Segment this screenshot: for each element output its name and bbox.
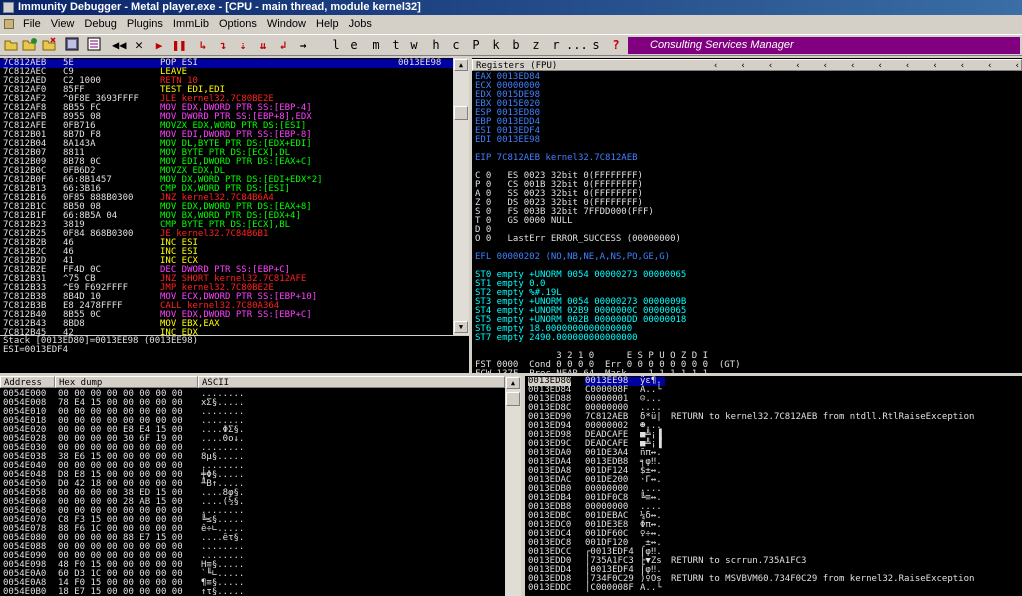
child-window-icon[interactable] (0, 15, 18, 33)
register-nav-arrows[interactable]: ‹‹‹‹‹‹‹‹‹‹‹‹ (713, 60, 1021, 70)
execute-till-return-icon[interactable]: ↲ (276, 37, 290, 54)
toolbar-help-button[interactable]: ? (610, 37, 622, 54)
dump-hex: 18 E7 15 00 00 00 00 00 (58, 587, 183, 596)
dump-scrollbar[interactable]: ▲ (505, 376, 521, 596)
toolbar-handles-button[interactable]: h (430, 37, 442, 54)
register-line: ST7 empty 2490.000000000000000 (475, 333, 638, 343)
rewind-icon[interactable]: ◀◀ (112, 37, 126, 54)
menu-window[interactable]: Window (262, 15, 311, 33)
menu-file[interactable]: File (18, 15, 46, 33)
memory-map-icon[interactable] (86, 37, 102, 54)
toolbar-patches-button[interactable]: P (470, 37, 482, 54)
register-line: EDI 0013EE98 (475, 135, 541, 145)
register-line: EIP 7C812AEB kernel32.7C812AEB (475, 153, 638, 163)
toolbar-breakpoints-button[interactable]: b (510, 37, 522, 54)
toolbar-cpu-button[interactable]: c (450, 37, 462, 54)
toolbar-runtrace-button[interactable]: ... (566, 37, 588, 54)
scrollbar-thumb[interactable] (454, 106, 468, 120)
consulting-services-banner[interactable]: Consulting Services Manager (628, 37, 1020, 54)
stack-ascii: A..└ (640, 583, 662, 593)
menu-help[interactable]: Help (311, 15, 344, 33)
menu-immlib[interactable]: ImmLib (168, 15, 214, 33)
register-line: O 0 LastErr ERROR_SUCCESS (00000000) (475, 234, 681, 244)
info-pane: Stack [0013ED80]=0013EE98 (0013EE98) ESI… (0, 336, 469, 373)
menu-debug[interactable]: Debug (79, 15, 121, 33)
stack-comment: RETURN to MSVBVM60.734F0C29 from kernel3… (671, 574, 975, 584)
pause-icon[interactable]: ❚❚ (172, 37, 186, 54)
disasm-address: 7C812B45 (3, 328, 47, 336)
scroll-up-icon[interactable]: ▲ (454, 59, 468, 71)
stack-comment: RETURN to kernel32.7C812AEB from ntdll.R… (671, 412, 975, 422)
dump-address-header[interactable]: Address (0, 376, 55, 388)
menu-jobs[interactable]: Jobs (344, 15, 377, 33)
toolbar-callstack-button[interactable]: k (490, 37, 502, 54)
toolbar-log-button[interactable]: l (330, 37, 342, 54)
toolbar-threads-button[interactable]: t (390, 37, 402, 54)
info-line: ESI=0013EDF4 (3, 345, 69, 355)
dump-pane[interactable]: Address Hex dump ASCII 0054E000 00 00 00 … (0, 376, 505, 596)
menu-options[interactable]: Options (214, 15, 262, 33)
stack-address: 0013EDDC (528, 583, 572, 593)
toolbar: ◀◀ ✕ ▶ ❚❚ ↳ ↴ ⇣ ⇊ ↲ → l e m t w h c P k … (0, 34, 1022, 56)
stack-pane[interactable]: 0013ED80 0013EE98 ÿε¶. 0013ED84 C000008F A..└… (525, 376, 1022, 596)
menu-bar: File View Debug Plugins ImmLib Options Window H… (0, 15, 1022, 33)
window-title: Immunity Debugger - Metal player.exe - [… (18, 1, 421, 13)
open-icon[interactable] (4, 37, 18, 54)
dump-ascii: ↑τ§..... (201, 587, 245, 596)
toolbar-references-button[interactable]: r (550, 37, 562, 54)
menu-view[interactable]: View (46, 15, 80, 33)
menu-plugins[interactable]: Plugins (122, 15, 168, 33)
dump-address: 0054E0B0 (3, 587, 47, 596)
toolbar-modules-button[interactable]: e (348, 37, 360, 54)
scroll-down-icon[interactable]: ▼ (454, 321, 468, 333)
disassembly-scrollbar[interactable]: ▲ ▼ (453, 58, 469, 335)
step-over-icon[interactable]: ↴ (216, 37, 230, 54)
go-to-icon[interactable]: → (296, 37, 310, 54)
cpu-window-icon[interactable] (64, 37, 80, 54)
disasm-hex: 42 (63, 328, 74, 336)
stack-row[interactable]: 0013EDDC │C000008F A..└ (525, 584, 1022, 593)
toolbar-z-button[interactable]: z (530, 37, 542, 54)
trace-into-icon[interactable]: ⇣ (236, 37, 250, 54)
stack-comment: RETURN to scrrun.735A1FC3 (671, 556, 807, 566)
toolbar-windows-button[interactable]: w (408, 37, 420, 54)
dump-row[interactable]: 0054E0B0 18 E7 15 00 00 00 00 00 ↑τ§..... (0, 588, 505, 596)
step-into-icon[interactable]: ↳ (196, 37, 210, 54)
toolbar-source-button[interactable]: s (590, 37, 602, 54)
disasm-comment: 0013EE98 (398, 58, 442, 68)
title-bar: Immunity Debugger - Metal player.exe - [… (0, 0, 1022, 15)
registers-header[interactable]: Registers (FPU) ‹‹‹‹‹‹‹‹‹‹‹‹ (472, 59, 1022, 71)
disasm-row[interactable]: 7C812B45 42 INC EDX (0, 328, 453, 336)
scroll-up-icon[interactable]: ▲ (506, 377, 520, 389)
dump-ascii-header[interactable]: ASCII (198, 376, 505, 388)
registers-title: Registers (FPU) (476, 61, 558, 71)
attach-icon[interactable] (22, 37, 38, 54)
dump-hex-header[interactable]: Hex dump (55, 376, 198, 388)
trace-over-icon[interactable]: ⇊ (256, 37, 270, 54)
close-icon[interactable]: ✕ (132, 37, 146, 54)
disasm-instruction: INC EDX (160, 328, 198, 336)
app-icon (3, 2, 14, 13)
stack-value: │C000008F (585, 583, 634, 593)
registers-pane[interactable]: Registers (FPU) ‹‹‹‹‹‹‹‹‹‹‹‹ EAX 0013ED8… (472, 58, 1022, 374)
toolbar-memory-button[interactable]: m (370, 37, 382, 54)
register-line: EFL 00000202 (NO,NB,NE,A,NS,PO,GE,G) (475, 252, 671, 262)
run-icon[interactable]: ▶ (152, 37, 166, 54)
scrollbar-thumb[interactable] (506, 392, 520, 406)
disassembly-pane[interactable]: 7C812AEB 5E POP ESI 0013EE98 7C812AEC C9 LEAVE… (0, 58, 469, 335)
close-process-icon[interactable] (42, 37, 56, 54)
